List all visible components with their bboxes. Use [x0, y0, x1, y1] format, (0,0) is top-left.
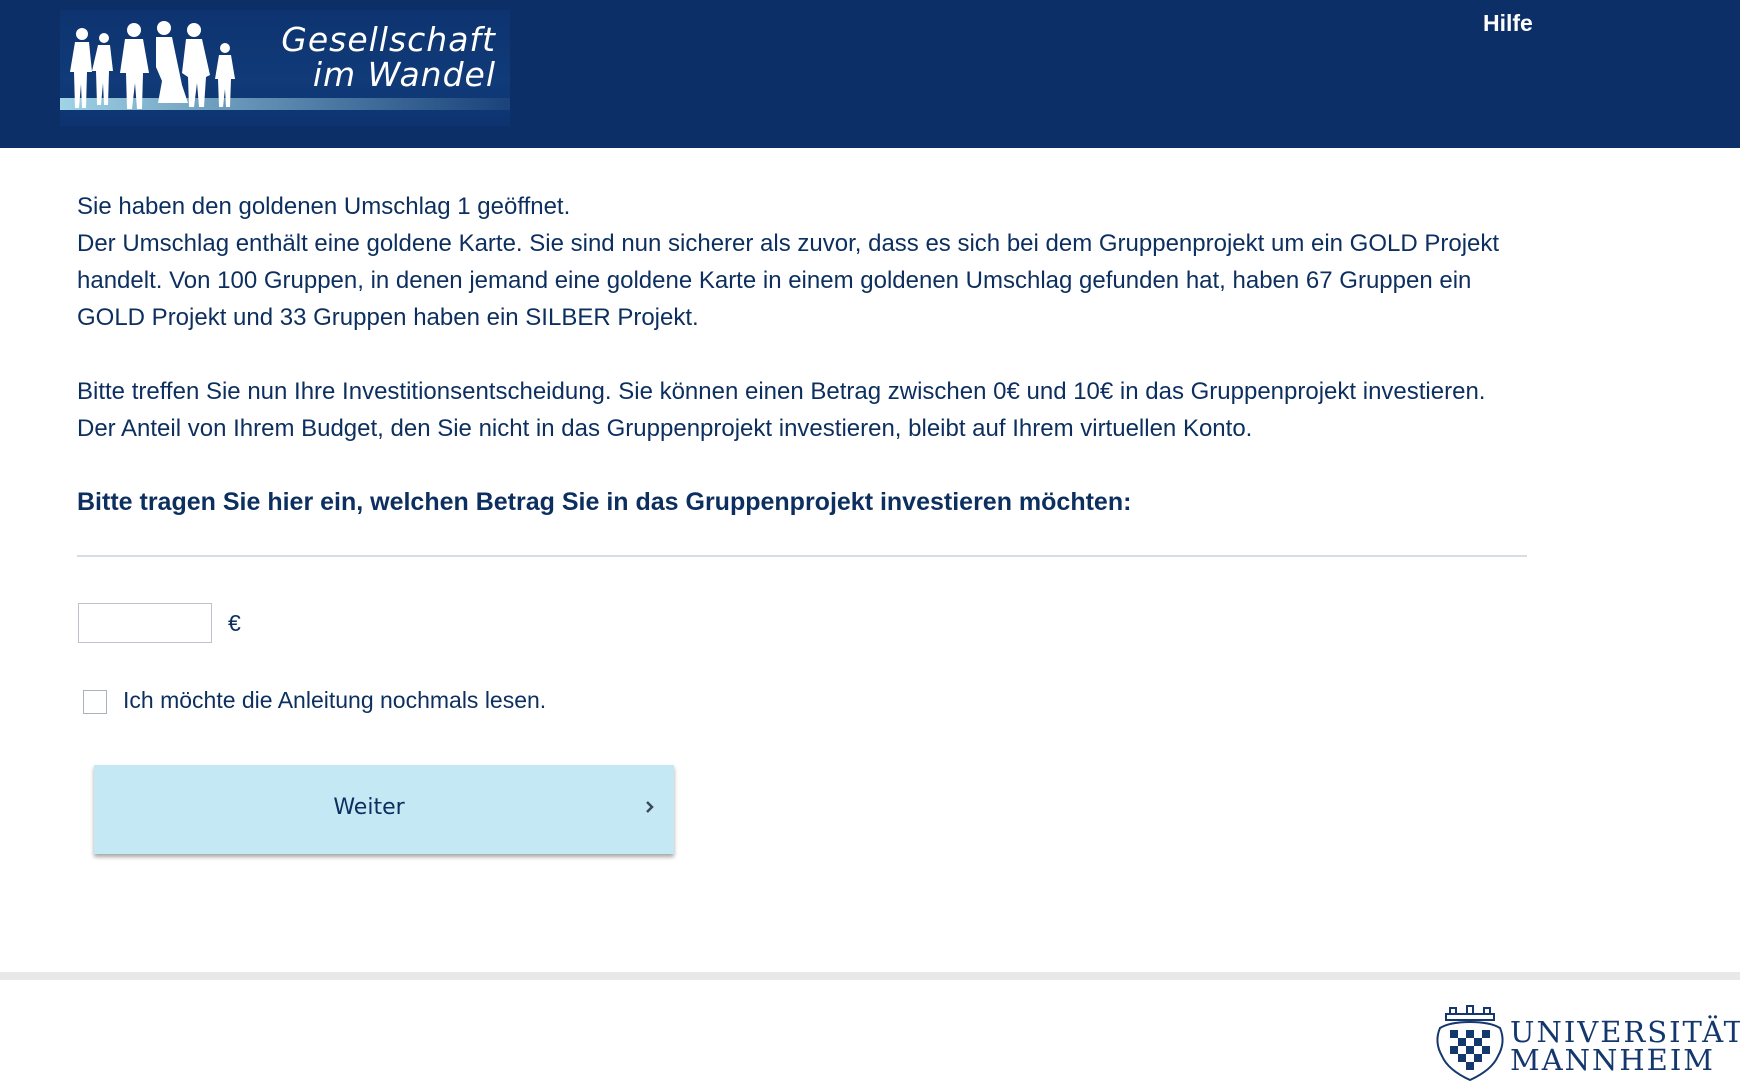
- logo-line-2: im Wandel: [312, 55, 496, 94]
- university-name-line-1: UNIVERSITÄT: [1510, 1015, 1740, 1049]
- university-name: UNIVERSITÄT MANNHEIM: [1510, 1015, 1740, 1077]
- logo-line-1: Gesellschaft: [281, 20, 496, 59]
- university-logo: UNIVERSITÄT MANNHEIM: [1432, 998, 1740, 1086]
- card-explanation-text: Der Umschlag enthält eine goldene Karte.…: [77, 230, 1500, 331]
- footer-divider: [0, 972, 1740, 980]
- currency-label: €: [228, 610, 241, 636]
- next-button[interactable]: Weiter: [94, 765, 674, 854]
- chevron-right-icon: [646, 801, 654, 813]
- help-link[interactable]: Hilfe: [1483, 10, 1533, 37]
- investment-amount-input[interactable]: [78, 603, 212, 643]
- university-name-line-2: MANNHEIM: [1510, 1043, 1715, 1077]
- main-content: Sie haben den goldenen Umschlag 1 geöffn…: [77, 188, 1527, 521]
- investment-instructions: Bitte treffen Sie nun Ihre Investitionse…: [77, 378, 1486, 442]
- reread-instructions-label[interactable]: Ich möchte die Anleitung nochmals lesen.: [123, 687, 546, 714]
- investment-prompt: Bitte tragen Sie hier ein, welchen Betra…: [77, 488, 1132, 516]
- gesellschaft-im-wandel-logo[interactable]: Gesellschaft im Wandel: [60, 10, 510, 126]
- next-button-label: Weiter: [333, 795, 405, 820]
- page-header: Gesellschaft im Wandel Hilfe: [0, 0, 1740, 148]
- divider: [77, 555, 1527, 557]
- logo-text: Gesellschaft im Wandel: [281, 22, 496, 92]
- reread-instructions-checkbox[interactable]: [83, 690, 107, 714]
- university-crest-icon: [1436, 1005, 1504, 1082]
- result-text: Sie haben den goldenen Umschlag 1 geöffn…: [77, 193, 571, 220]
